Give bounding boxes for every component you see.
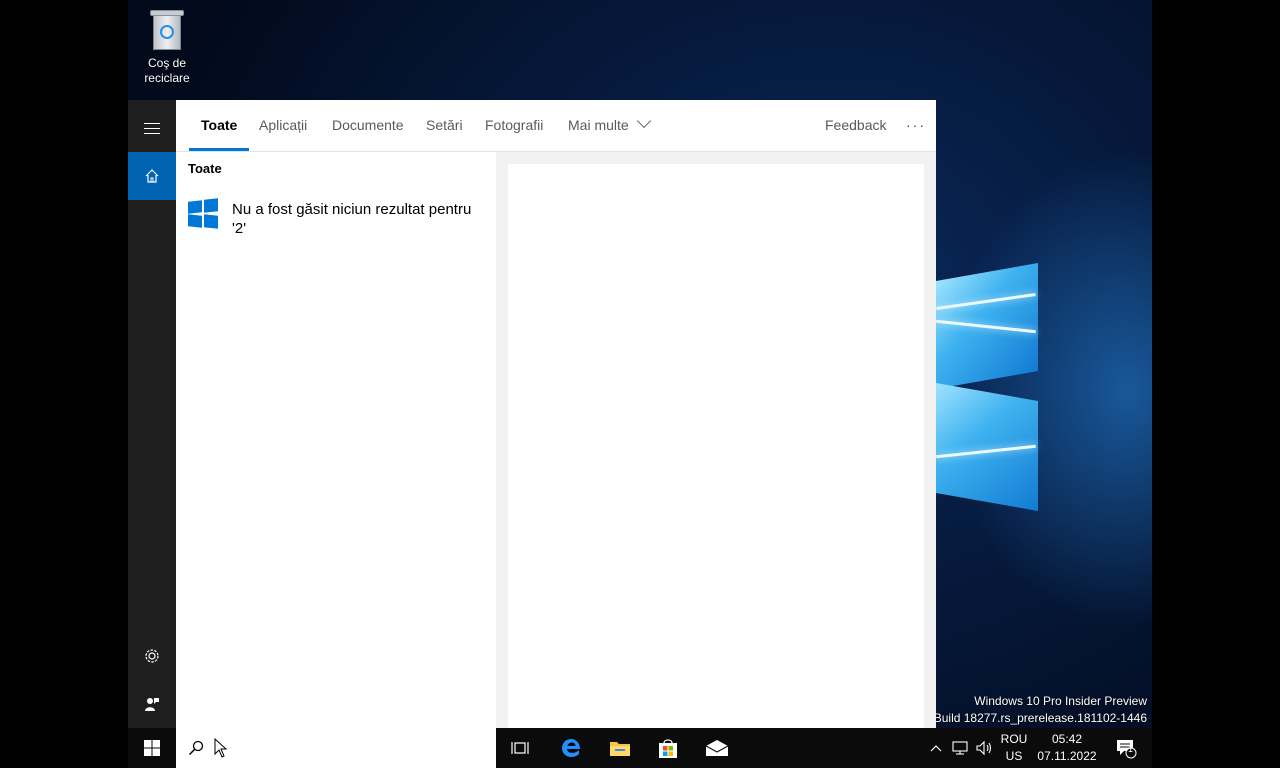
windows-logo-icon: [188, 198, 218, 229]
no-result-item: Nu a fost găsit niciun rezultat pentru '…: [188, 198, 488, 238]
gear-icon: [145, 649, 159, 663]
hamburger-icon: [144, 119, 160, 138]
preview-pane: [508, 164, 924, 728]
search-icon: [188, 740, 204, 756]
task-view-button[interactable]: [496, 728, 544, 768]
screen-border: [1152, 0, 1280, 728]
task-view-icon: [511, 742, 529, 754]
file-explorer-icon: [610, 742, 630, 756]
action-center-button[interactable]: 1: [1106, 728, 1146, 768]
recycle-bin-icon: [148, 8, 186, 52]
edge-icon: [562, 739, 580, 757]
chevron-up-icon: [930, 745, 942, 752]
no-result-message: Nu a fost găsit niciun rezultat pentru '…: [232, 201, 472, 237]
network-button[interactable]: [948, 728, 972, 768]
tab-label: Mai multe: [568, 117, 629, 133]
watermark-line1: Windows 10 Pro Insider Preview: [974, 694, 1147, 708]
menu-button[interactable]: [128, 104, 176, 152]
keyboard-layout: US: [1005, 749, 1023, 763]
home-icon: [145, 169, 159, 183]
search-left-rail: [128, 100, 176, 728]
file-explorer-button[interactable]: [596, 728, 644, 768]
chevron-down-icon: [636, 113, 651, 129]
network-icon: [952, 741, 968, 755]
settings-button[interactable]: [128, 632, 176, 680]
mouse-cursor: [214, 738, 228, 758]
feedback-link[interactable]: Feedback: [825, 100, 886, 152]
store-icon: [659, 739, 677, 758]
volume-button[interactable]: [974, 728, 996, 768]
active-tab-indicator: [189, 148, 250, 151]
taskbar: ROU US 05:42 07.11.2022 1: [128, 728, 1152, 768]
clock[interactable]: 05:42 07.11.2022: [1032, 728, 1102, 768]
search-tab-bar: Toate Aplicații Documente Setări Fotogra…: [176, 100, 936, 152]
tab-mai-multe[interactable]: Mai multe: [568, 100, 651, 152]
input-language-indicator[interactable]: ROU US: [996, 728, 1032, 768]
home-button[interactable]: [128, 152, 176, 200]
results-heading: Toate: [188, 161, 222, 176]
tab-toate[interactable]: Toate: [189, 100, 250, 152]
notification-icon: [1117, 740, 1137, 759]
more-options-button[interactable]: ···: [906, 100, 926, 152]
speaker-icon: [976, 740, 992, 756]
tab-documente[interactable]: Documente: [332, 100, 404, 152]
tab-aplicatii[interactable]: Aplicații: [259, 100, 307, 152]
build-watermark: Windows 10 Pro Insider Preview re. Build…: [916, 693, 1147, 727]
tab-fotografii[interactable]: Fotografii: [485, 100, 543, 152]
mail-icon: [705, 740, 729, 756]
clock-time: 05:42: [1051, 732, 1083, 746]
start-button[interactable]: [128, 728, 176, 768]
feedback-icon: [145, 698, 159, 711]
clock-date: 07.11.2022: [1037, 749, 1097, 763]
feedback-button[interactable]: [128, 680, 176, 728]
show-hidden-icons-button[interactable]: [926, 728, 946, 768]
tab-label: Toate: [201, 117, 238, 133]
edge-button[interactable]: [547, 728, 595, 768]
results-list: Toate Nu a fost găsit niciun rezultat pe…: [176, 152, 496, 728]
notification-count-badge: 1: [1128, 744, 1134, 754]
recycle-bin-label: Coş de reciclare: [144, 56, 190, 85]
language-code: ROU: [1000, 732, 1028, 746]
watermark-line2: re. Build 18277.rs_prerelease.181102-144…: [916, 711, 1147, 725]
windows-start-icon: [144, 740, 160, 756]
search-panel: Toate Aplicații Documente Setări Fotogra…: [176, 100, 936, 728]
screen: Coş de reciclare Windows 10 Pro Insider …: [0, 0, 1280, 768]
store-button[interactable]: [644, 728, 692, 768]
tab-setari[interactable]: Setări: [426, 100, 463, 152]
recycle-bin[interactable]: Coş de reciclare: [136, 8, 198, 86]
mail-button[interactable]: [693, 728, 741, 768]
